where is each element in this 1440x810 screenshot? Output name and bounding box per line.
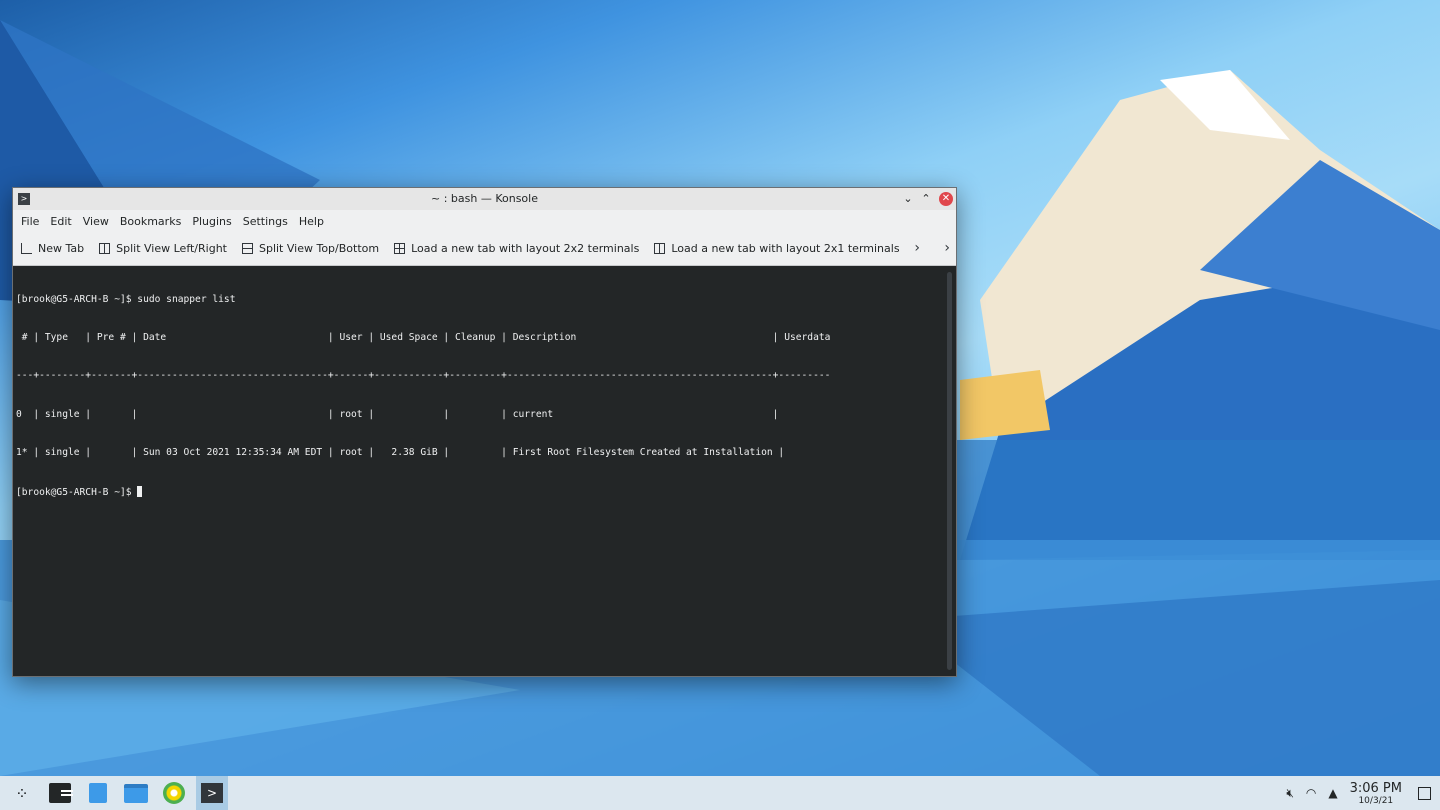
terminal-line: ---+--------+-------+-------------------… [16,370,943,383]
show-desktop-icon[interactable] [1418,787,1431,800]
new-tab-icon [21,243,32,254]
terminal-scrollbar[interactable] [947,272,952,670]
discover-store-icon[interactable] [82,776,114,810]
menu-plugins[interactable]: Plugins [187,215,236,228]
terminal-output[interactable]: [brook@G5-ARCH-B ~]$ sudo snapper list #… [13,266,943,675]
chevron-up-icon[interactable]: ▲ [1328,786,1337,800]
menu-file[interactable]: File [16,215,44,228]
disc-icon [163,782,185,804]
store-bag-icon [89,783,107,803]
window-title: ~ : bash — Konsole [13,192,956,205]
layout-2x2-button[interactable]: Load a new tab with layout 2x2 terminals [394,242,639,255]
text-cursor [137,486,142,497]
clock-date: 10/3/21 [1350,796,1402,806]
split-horizontal-icon [99,243,110,254]
terminal-line: # | Type | Pre # | Date | User | Used Sp… [16,332,943,345]
split-view-top-bottom-button[interactable]: Split View Top/Bottom [242,242,379,255]
close-icon[interactable]: ✕ [939,192,953,206]
disk-icon[interactable] [158,776,190,810]
terminal-line: [brook@G5-ARCH-B ~]$ sudo snapper list [16,294,943,307]
menu-bar: File Edit View Bookmarks Plugins Setting… [13,210,956,232]
folder-icon [124,784,148,803]
split-lr-label: Split View Left/Right [116,242,227,255]
main-toolbar: New Tab Split View Left/Right Split View… [13,232,956,266]
dolphin-folder-icon[interactable] [120,776,152,810]
menu-help[interactable]: Help [294,215,329,228]
split-view-left-right-button[interactable]: Split View Left/Right [99,242,227,255]
menu-view[interactable]: View [78,215,114,228]
terminal-line: 1* | single | | Sun 03 Oct 2021 12:35:34… [16,447,943,460]
terminal-icon: > [201,783,223,803]
layout-2x1-label: Load a new tab with layout 2x1 terminals [671,242,899,255]
volume-muted-icon[interactable]: 🔇︎ [1286,786,1294,801]
kde-launcher-icon[interactable]: ⁘ [6,776,38,810]
launcher-glyph-icon: ⁘ [15,784,28,803]
layout-2x2-label: Load a new tab with layout 2x2 terminals [411,242,639,255]
menu-edit[interactable]: Edit [45,215,76,228]
menu-settings[interactable]: Settings [238,215,293,228]
split-tb-label: Split View Top/Bottom [259,242,379,255]
split-vertical-icon [242,243,253,254]
wifi-icon[interactable]: ◠ [1306,786,1316,800]
terminal-line: 0 | single | | | root | | | current | [16,409,943,422]
toolbar-overflow-icon[interactable]: › [944,240,950,256]
digital-clock[interactable]: 3:06 PM 10/3/21 [1350,781,1402,806]
chevron-right-icon[interactable]: › [914,240,920,256]
clock-time: 3:06 PM [1350,781,1402,796]
settings-app-icon [49,783,71,803]
konsole-window[interactable]: > ~ : bash — Konsole ⌄ ⌃ ✕ File Edit Vie… [12,187,957,677]
taskbar: ⁘ > 🔇︎ ◠ ▲ 3:06 PM 10/3/21 [0,776,1440,810]
new-tab-button[interactable]: New Tab [21,242,84,255]
new-tab-label: New Tab [38,242,84,255]
terminal-prompt-line[interactable]: [brook@G5-ARCH-B ~]$ [16,486,943,499]
grid-2x1-icon [654,243,665,254]
layout-2x1-button[interactable]: Load a new tab with layout 2x1 terminals [654,242,899,255]
system-settings-icon[interactable] [44,776,76,810]
title-bar[interactable]: > ~ : bash — Konsole ⌄ ⌃ ✕ [13,188,956,210]
konsole-icon[interactable]: > [196,776,228,810]
menu-bookmarks[interactable]: Bookmarks [115,215,186,228]
terminal-prompt: [brook@G5-ARCH-B ~]$ [16,487,137,498]
system-tray: 🔇︎ ◠ ▲ 3:06 PM 10/3/21 [1286,776,1440,810]
maximize-icon[interactable]: ⌃ [918,191,934,207]
grid-2x2-icon [394,243,405,254]
minimize-icon[interactable]: ⌄ [900,191,916,207]
